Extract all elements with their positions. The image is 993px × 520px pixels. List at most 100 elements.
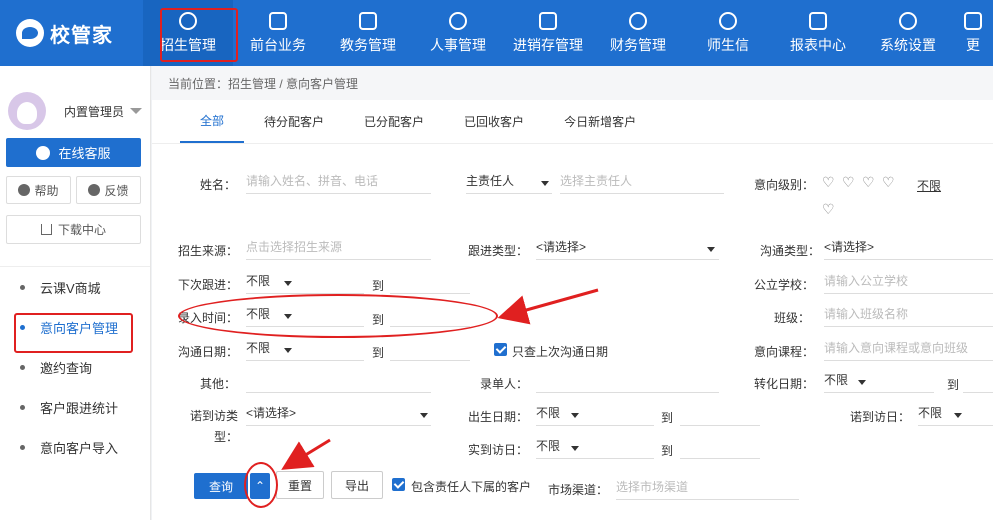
include-sub-label: 包含责任人下属的客户 <box>411 480 532 494</box>
tab-unassigned[interactable]: 待分配客户 <box>244 100 344 143</box>
comm-type-label: 沟通类型： <box>759 244 820 258</box>
comm-date-label: 沟通日期： <box>177 345 238 359</box>
export-button[interactable]: 导出 <box>331 471 383 499</box>
to-label: 到 <box>372 279 385 293</box>
source-label: 招生来源： <box>177 244 238 258</box>
book-icon <box>359 11 377 30</box>
help-icon <box>18 184 31 196</box>
chevron-down-icon <box>571 446 579 451</box>
other-input[interactable] <box>246 369 431 393</box>
name-input[interactable]: 请输入姓名、拼音、电话 <box>246 170 431 194</box>
bullet-icon <box>20 284 25 290</box>
chevron-down-icon <box>420 413 428 418</box>
sidebar-item-invitations[interactable]: 邀约查询 <box>0 347 150 387</box>
tab-bar: 全部 待分配客户 已分配客户 已回收客户 今日新增客户 <box>152 100 993 144</box>
nav-label: 财务管理 <box>610 36 666 53</box>
comm-type-select[interactable]: <请选择> <box>824 236 993 260</box>
nav-item-settings[interactable]: 系统设置 <box>863 0 953 66</box>
sidebar-item-mall[interactable]: 云课V商城 <box>0 267 150 307</box>
actual-visit-select[interactable]: 不限 <box>536 435 654 459</box>
nav-item-academic[interactable]: 教务管理 <box>323 0 413 66</box>
download-label: 下载中心 <box>57 223 106 237</box>
recorder-label: 录单人： <box>479 377 528 391</box>
to-label: 到 <box>661 411 674 425</box>
query-button[interactable]: 查询 <box>194 473 248 499</box>
next-follow-select[interactable]: 不限 <box>246 270 364 294</box>
heart-icon[interactable]: ♡ <box>862 174 875 191</box>
actual-visit-end[interactable] <box>680 435 760 459</box>
chat-icon <box>36 145 51 160</box>
nav-item-front-desk[interactable]: 前台业务 <box>233 0 323 66</box>
heart-icon[interactable]: ♡ <box>822 174 835 191</box>
birth-date-end[interactable] <box>680 402 760 426</box>
school-input[interactable]: 请输入公立学校 <box>824 270 993 294</box>
help-label: 帮助 <box>34 183 59 198</box>
main-nav: 招生管理 前台业务 教务管理 人事管理 进销存管理 财务管理 师生信 报表中心 … <box>143 0 993 66</box>
source-input[interactable]: 点击选择招生来源 <box>246 236 431 260</box>
nav-item-reports[interactable]: 报表中心 <box>773 0 863 66</box>
download-center-button[interactable]: 下载中心 <box>6 215 141 244</box>
level-unlimited-link[interactable]: 不限 <box>917 177 941 194</box>
avatar <box>8 92 46 130</box>
nav-label: 师生信 <box>707 36 749 53</box>
online-service-button[interactable]: 在线客服 <box>6 138 141 167</box>
highlight-oval <box>244 462 278 508</box>
tab-assigned[interactable]: 已分配客户 <box>344 100 444 143</box>
class-label: 班级： <box>773 311 810 325</box>
visit-type-label-line2: 型： <box>213 430 238 444</box>
nav-item-hr[interactable]: 人事管理 <box>413 0 503 66</box>
logo[interactable]: 校管家 <box>0 0 143 66</box>
nav-label: 前台业务 <box>250 36 306 53</box>
chevron-down-icon <box>541 181 549 186</box>
sidebar-item-followup-stats[interactable]: 客户跟进统计 <box>0 387 150 427</box>
chevron-down-icon <box>858 380 866 385</box>
last-comm-checkbox[interactable] <box>494 343 507 356</box>
owner-select[interactable]: 主责任人 <box>466 170 552 194</box>
nav-item-inventory[interactable]: 进销存管理 <box>503 0 593 66</box>
level-label: 意向级别： <box>753 178 814 192</box>
visit-type-select[interactable]: <请选择> <box>246 402 431 426</box>
channel-input[interactable]: 选择市场渠道 <box>616 476 799 500</box>
convert-date-select[interactable]: 不限 <box>824 369 934 393</box>
class-input[interactable]: 请输入班级名称 <box>824 303 993 327</box>
nav-item-more[interactable]: 更 <box>953 0 993 66</box>
sidebar: 内置管理员 在线客服 帮助 反馈 下载中心 云课V商城 意向客户管理 邀约查询 … <box>0 66 151 520</box>
reset-button[interactable]: 重置 <box>276 471 324 499</box>
chevron-down-icon <box>954 413 962 418</box>
nav-item-messages[interactable]: 师生信 <box>683 0 773 66</box>
birth-date-select[interactable]: 不限 <box>536 402 654 426</box>
feedback-button[interactable]: 反馈 <box>76 176 141 204</box>
follow-type-select[interactable]: <请选择> <box>536 236 719 260</box>
comm-date-select[interactable]: 不限 <box>246 337 364 361</box>
tab-all[interactable]: 全部 <box>180 100 245 143</box>
heart-icon[interactable]: ♡ <box>842 174 855 191</box>
logo-text: 校管家 <box>50 24 113 47</box>
include-sub-checkbox[interactable] <box>392 478 405 491</box>
bullet-icon <box>20 364 25 370</box>
highlight-oval <box>178 294 498 338</box>
recorder-input[interactable] <box>536 369 719 393</box>
nav-label: 报表中心 <box>790 36 846 53</box>
next-follow-end[interactable] <box>390 270 470 294</box>
tab-today-new[interactable]: 今日新增客户 <box>544 100 656 143</box>
user-profile[interactable]: 内置管理员 <box>0 66 150 136</box>
heart-icon[interactable]: ♡ <box>882 174 895 191</box>
desk-icon <box>269 11 287 30</box>
course-input[interactable]: 请输入意向课程或意向班级 <box>824 337 993 361</box>
tab-recycled[interactable]: 已回收客户 <box>444 100 544 143</box>
nav-item-finance[interactable]: 财务管理 <box>593 0 683 66</box>
chevron-down-icon <box>284 281 292 286</box>
to-label: 到 <box>372 346 385 360</box>
convert-date-end[interactable] <box>963 369 993 393</box>
help-button[interactable]: 帮助 <box>6 176 71 204</box>
promise-visit-label: 诺到访日： <box>849 410 910 424</box>
actual-visit-label: 实到访日： <box>467 443 528 457</box>
chevron-down-icon <box>571 413 579 418</box>
owner-input[interactable]: 选择主责任人 <box>560 170 724 194</box>
person-icon <box>449 11 467 30</box>
sidebar-item-import[interactable]: 意向客户导入 <box>0 427 150 467</box>
school-label: 公立学校： <box>753 278 814 292</box>
comm-date-end[interactable] <box>390 337 470 361</box>
highlight-box <box>14 313 133 353</box>
heart-icon[interactable]: ♡ <box>822 201 835 218</box>
